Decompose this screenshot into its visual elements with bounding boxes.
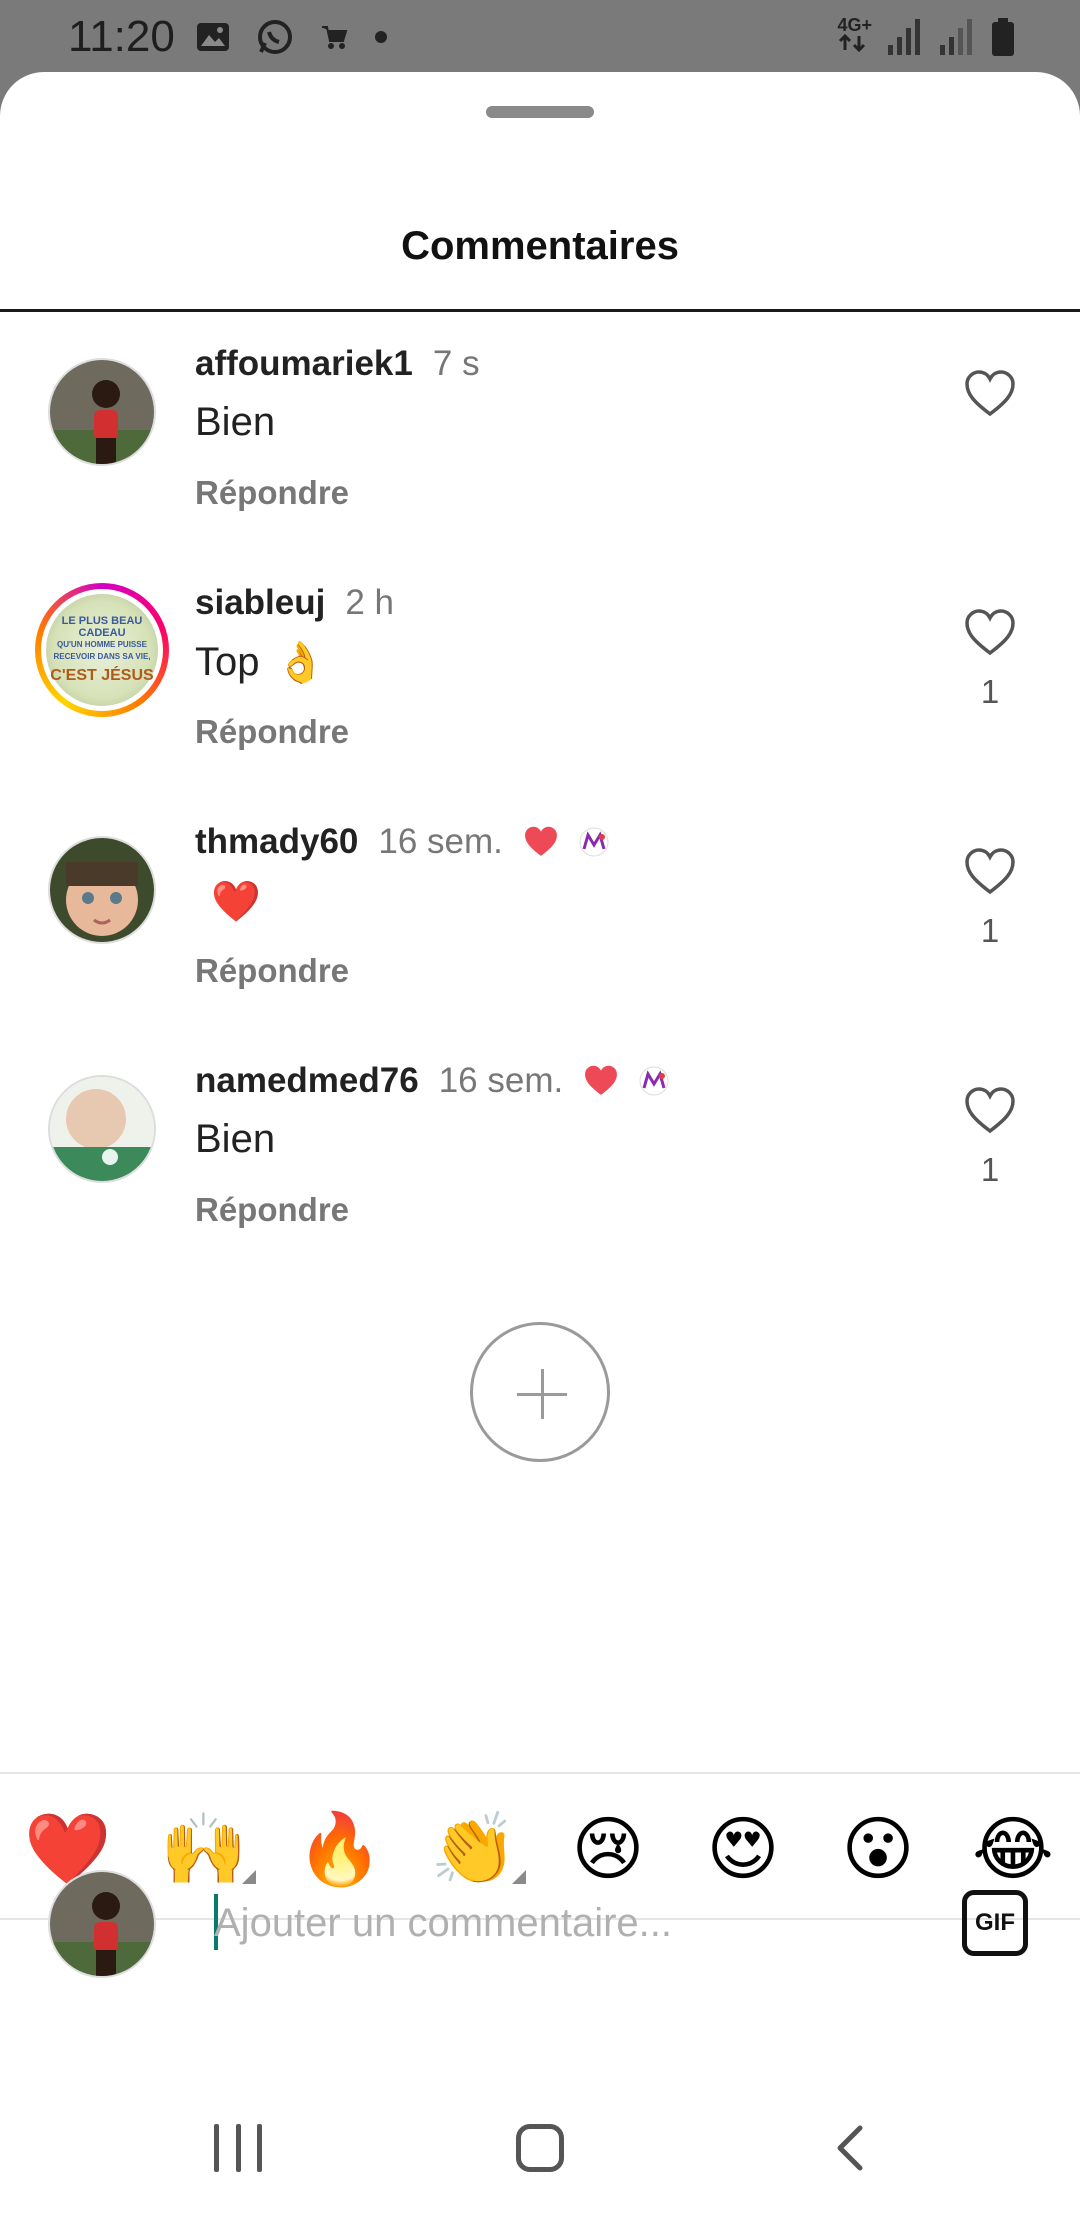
comment-text: ❤️ — [195, 878, 261, 925]
recent-apps-icon[interactable] — [214, 2124, 262, 2172]
creator-avatar-icon — [579, 827, 609, 857]
comment-header: thmady60 16 sem. — [195, 822, 609, 862]
liked-by-author-heart-icon — [585, 1065, 618, 1095]
comment-time: 2 h — [345, 583, 394, 622]
comment-time: 16 sem. — [438, 1061, 564, 1100]
gallery-icon — [197, 23, 229, 51]
like-count: 1 — [980, 1151, 1000, 1188]
avatar[interactable] — [48, 1075, 156, 1183]
like-heart-icon[interactable] — [964, 1087, 1016, 1135]
ok-hand-emoji: 👌 — [275, 641, 326, 685]
divider — [0, 309, 1080, 312]
load-more-comments-button[interactable] — [470, 1322, 610, 1462]
system-icons: 4G+ — [837, 16, 1016, 57]
status-time: 11:20 — [68, 12, 175, 61]
like-count: 1 — [980, 912, 1000, 949]
network-type: 4G+ — [837, 16, 872, 57]
avatar-image: LE PLUS BEAU CADEAU QU'UN HOMME PUISSE R… — [46, 594, 158, 706]
comment-text: Top 👌 — [195, 640, 326, 685]
network-arrows-icon — [839, 33, 866, 53]
like-heart-icon[interactable] — [964, 848, 1016, 896]
comment-header: affoumariek1 7 s — [195, 344, 480, 384]
creator-avatar-icon — [639, 1066, 669, 1096]
notification-icons — [196, 18, 388, 56]
comment-item: affoumariek1 7 s Bien Répondre — [0, 344, 1080, 554]
sheet-title: Commentaires — [401, 224, 679, 268]
avatar-image — [50, 838, 154, 942]
heart-emoji: ❤️ — [211, 880, 261, 924]
home-icon[interactable] — [516, 2124, 564, 2172]
system-nav-bar — [0, 2076, 1080, 2220]
reply-button[interactable]: Répondre — [195, 474, 349, 512]
liked-by-author-heart-icon — [524, 826, 557, 856]
comment-text: Bien — [195, 1117, 276, 1161]
like-count: 1 — [980, 673, 1000, 710]
avatar[interactable] — [48, 358, 156, 466]
comment-input[interactable] — [214, 1878, 914, 1968]
my-avatar — [48, 1870, 156, 1978]
comment-header: namedmed76 16 sem. — [195, 1061, 669, 1101]
comment-username[interactable]: siableuj — [195, 583, 325, 623]
story-ring-avatar[interactable]: LE PLUS BEAU CADEAU QU'UN HOMME PUISSE R… — [35, 583, 169, 717]
comment-username[interactable]: affoumariek1 — [195, 344, 413, 384]
avatar-image — [50, 360, 154, 464]
comment-header: siableuj 2 h — [195, 583, 394, 623]
gif-button[interactable]: GIF — [962, 1890, 1028, 1956]
like-heart-icon[interactable] — [964, 370, 1016, 418]
comment-item: namedmed76 16 sem. Bien Répondre 1 — [0, 1061, 1080, 1271]
comment-item: thmady60 16 sem. ❤️ Répondre 1 — [0, 822, 1080, 1032]
dot-icon — [375, 31, 387, 43]
reply-button[interactable]: Répondre — [195, 952, 349, 990]
comment-username[interactable]: namedmed76 — [195, 1061, 419, 1101]
comment-username[interactable]: thmady60 — [195, 822, 358, 862]
whatsapp-icon — [258, 20, 292, 54]
avatar[interactable] — [48, 836, 156, 944]
signal-icon — [940, 18, 972, 55]
comment-time: 16 sem. — [378, 822, 503, 861]
cart-icon — [322, 26, 348, 49]
comment-text: Bien — [195, 400, 276, 444]
signal-icon — [888, 18, 920, 55]
status-bar: 11:20 4G+ — [0, 0, 1080, 72]
comment-item: LE PLUS BEAU CADEAU QU'UN HOMME PUISSE R… — [0, 583, 1080, 793]
battery-icon — [992, 17, 1014, 56]
back-icon[interactable] — [828, 2124, 876, 2172]
avatar-image — [50, 1872, 154, 1976]
reply-button[interactable]: Répondre — [195, 1191, 349, 1229]
comment-time: 7 s — [432, 344, 480, 383]
comment-composer: GIF — [0, 1848, 1080, 1996]
like-heart-icon[interactable] — [964, 609, 1016, 657]
avatar-image — [50, 1077, 154, 1181]
drag-handle[interactable] — [486, 106, 594, 118]
reply-button[interactable]: Répondre — [195, 713, 349, 751]
